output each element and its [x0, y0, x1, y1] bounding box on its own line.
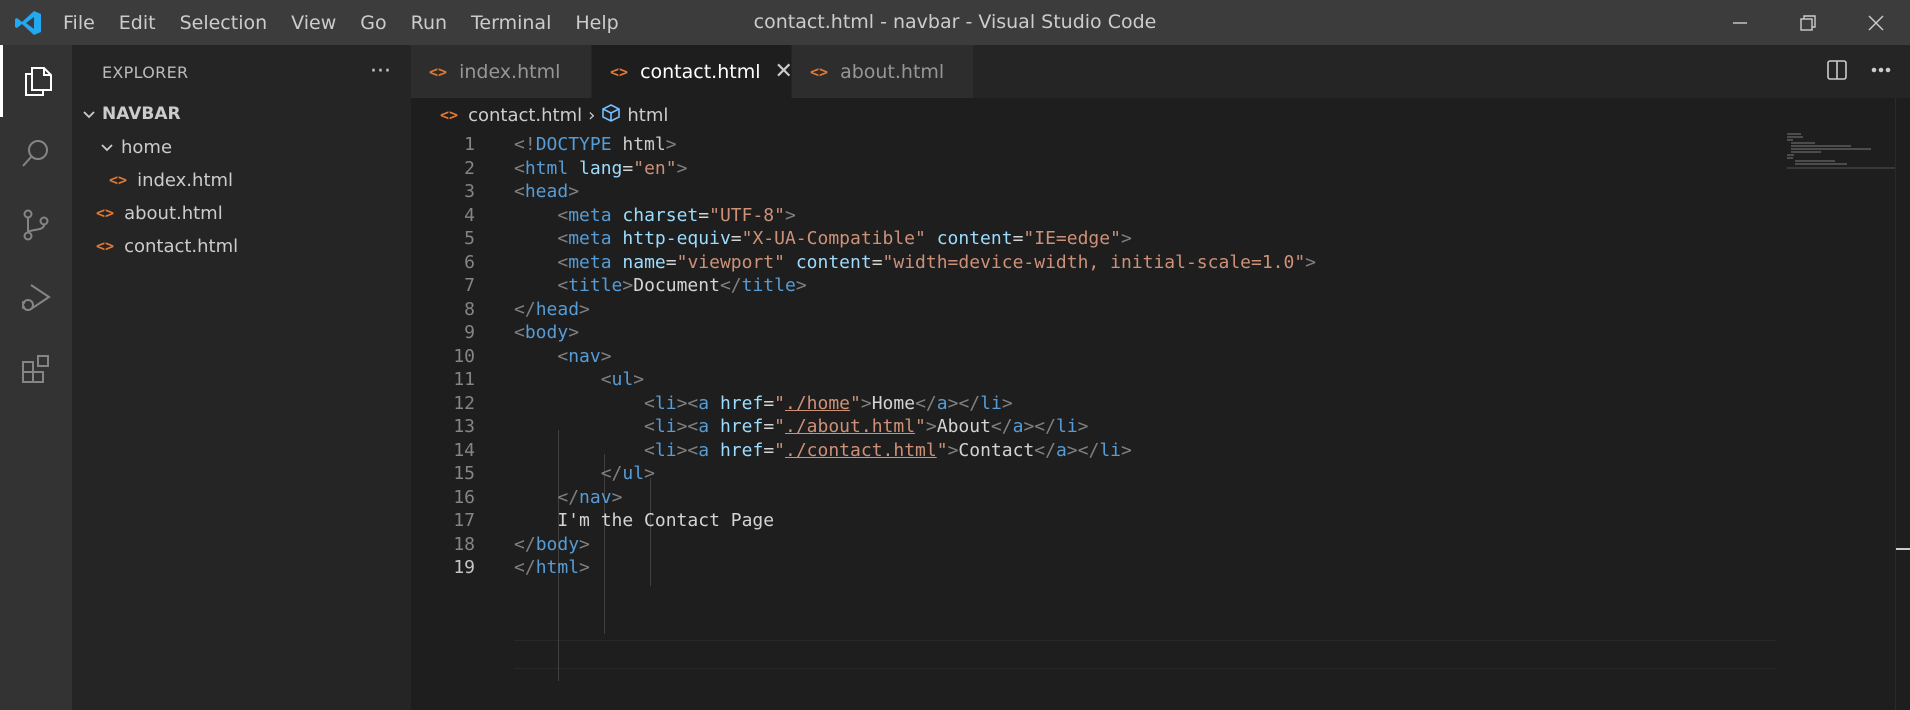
- minimize-button[interactable]: [1706, 0, 1774, 45]
- editor-actions: [1826, 59, 1892, 81]
- explorer-header: EXPLORER: [102, 63, 189, 82]
- current-line-highlight: [514, 640, 1777, 669]
- close-window-button[interactable]: [1842, 0, 1910, 45]
- search-icon: [22, 140, 48, 167]
- html-file-icon: <>: [810, 62, 829, 81]
- chevron-down-icon: [100, 131, 118, 164]
- files-icon: [24, 67, 52, 96]
- tab-index-html[interactable]: <> index.html: [411, 45, 592, 98]
- run-debug-view-button[interactable]: [0, 261, 72, 333]
- file-label: index.html: [137, 170, 234, 191]
- folder-label: home: [121, 137, 173, 158]
- activity-bar: [0, 45, 72, 710]
- tab-label: about.html: [840, 60, 945, 83]
- root-folder-label: NAVBAR: [102, 104, 181, 124]
- breadcrumb: <> contact.html › html: [440, 102, 668, 128]
- source-control-view-button[interactable]: [0, 189, 72, 261]
- extensions-view-button[interactable]: [0, 333, 72, 405]
- title-bar: File Edit Selection View Go Run Terminal…: [0, 0, 1910, 45]
- window-controls: [1706, 0, 1910, 45]
- editor-tab-bar: <> index.html <> contact.html ✕ <> about…: [411, 45, 1910, 98]
- explorer-view-button[interactable]: [0, 45, 72, 117]
- explorer-more-actions-icon[interactable]: ···: [370, 59, 391, 84]
- html-file-icon: <>: [96, 237, 115, 255]
- file-label: contact.html: [124, 236, 239, 257]
- restore-icon: [1800, 14, 1816, 31]
- tree-file-index[interactable]: <> index.html: [109, 164, 233, 197]
- breadcrumb-file[interactable]: contact.html: [468, 105, 582, 126]
- vertical-scrollbar[interactable]: [1895, 98, 1910, 710]
- restore-button[interactable]: [1774, 0, 1842, 45]
- tree-folder-home[interactable]: home: [100, 131, 172, 164]
- close-icon: [1868, 15, 1884, 30]
- file-label: about.html: [124, 203, 223, 224]
- line-number: 19: [453, 557, 475, 578]
- split-editor-icon[interactable]: [1826, 59, 1848, 81]
- search-view-button[interactable]: [0, 117, 72, 189]
- tab-contact-html[interactable]: <> contact.html ✕: [592, 45, 793, 98]
- scrollbar-cursor-marker: [1896, 548, 1910, 550]
- explorer-sidebar: EXPLORER ··· NAVBAR home <> index.html <…: [72, 45, 411, 710]
- symbol-element-icon: [601, 103, 621, 128]
- html-file-icon: <>: [440, 106, 459, 124]
- tab-label: index.html: [459, 60, 561, 83]
- extensions-icon: [22, 355, 49, 383]
- run-debug-icon: [21, 284, 51, 311]
- tree-file-contact[interactable]: <> contact.html: [96, 230, 238, 263]
- source-control-icon: [23, 209, 49, 241]
- chevron-down-icon: [82, 98, 100, 131]
- code-text: </html>: [514, 557, 590, 578]
- html-file-icon: <>: [109, 171, 128, 189]
- code-editor[interactable]: 1 <!DOCTYPE html> 2 <html lang="en"> 3 <head>…: [411, 131, 1781, 701]
- tree-file-about[interactable]: <> about.html: [96, 197, 223, 230]
- window-title: contact.html - navbar - Visual Studio Co…: [753, 11, 1157, 33]
- minimap[interactable]: [1785, 131, 1905, 171]
- tab-label: contact.html: [640, 60, 761, 83]
- code-line[interactable]: 19 </html>: [411, 554, 1781, 582]
- more-actions-icon[interactable]: [1870, 59, 1892, 81]
- html-file-icon: <>: [610, 62, 629, 81]
- html-file-icon: <>: [96, 204, 115, 222]
- html-file-icon: <>: [429, 62, 448, 81]
- tab-close-icon[interactable]: ✕: [774, 59, 792, 84]
- breadcrumb-symbol[interactable]: html: [627, 105, 668, 126]
- minimize-icon: [1733, 21, 1747, 24]
- tree-root-navbar[interactable]: NAVBAR: [82, 98, 181, 131]
- chevron-right-icon: ›: [588, 104, 596, 126]
- tab-about-html[interactable]: <> about.html: [792, 45, 974, 98]
